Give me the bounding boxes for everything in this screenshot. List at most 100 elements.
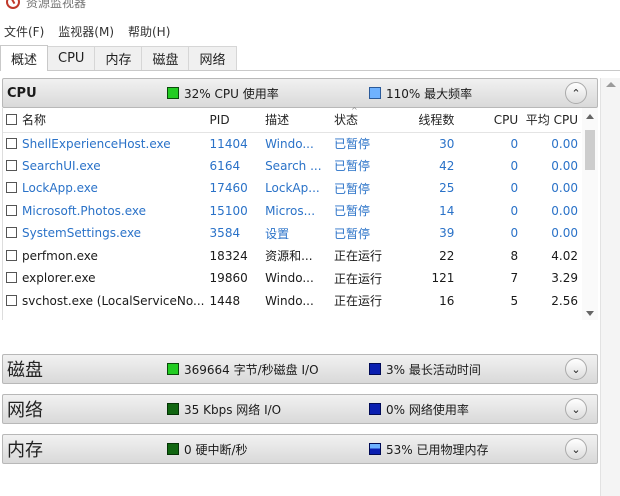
table-scrollbar[interactable] <box>582 108 598 320</box>
process-cpu: 0 <box>510 203 519 218</box>
scroll-thumb[interactable] <box>585 130 595 170</box>
process-description: Windo... <box>265 136 314 151</box>
network-io-swatch <box>167 403 179 415</box>
row-checkbox[interactable] <box>6 182 17 194</box>
column-description[interactable]: 描述 <box>262 108 331 133</box>
overview-panel: CPU 32% CPU 使用率 110% 最大频率 ⌃ ^ 名称 PID 描述 … <box>0 78 598 496</box>
process-name: Microsoft.Photos.exe <box>22 203 147 218</box>
row-checkbox[interactable] <box>6 204 17 216</box>
process-description: 设置 <box>265 226 290 241</box>
tab-disk[interactable]: 磁盘 <box>141 46 190 70</box>
title-bar: 资源监视器 <box>0 0 620 12</box>
table-row[interactable]: Microsoft.Photos.exe 15100 Micros... 已暂停 14 0… <box>3 200 581 223</box>
scroll-up-icon[interactable] <box>586 114 594 119</box>
disk-active-time-stat: 3% 最长活动时间 <box>369 361 481 378</box>
disk-expand-button[interactable]: ⌄ <box>565 358 587 380</box>
sort-indicator-icon: ^ <box>351 106 358 115</box>
table-row[interactable]: explorer.exe 19860 Windo... 正在运行 121 7 3.29 <box>3 267 581 290</box>
row-checkbox[interactable] <box>6 137 17 149</box>
column-average-cpu[interactable]: 平均 CPU <box>521 108 581 133</box>
memory-hard-faults-stat: 0 硬中断/秒 <box>167 441 248 458</box>
table-row[interactable]: ShellExperienceHost.exe 11404 Windo... 已暂停 3… <box>3 132 581 155</box>
memory-used-stat: 53% 已用物理内存 <box>369 441 489 458</box>
row-checkbox[interactable] <box>6 159 17 171</box>
cpu-process-table: ^ 名称 PID 描述 状态 线程数 CPU 平均 CPU ShellExper… <box>2 106 598 320</box>
tab-overview[interactable]: 概述 <box>0 45 49 71</box>
network-section-header[interactable]: 网络 35 Kbps 网络 I/O 0% 网络使用率 ⌄ <box>2 394 598 424</box>
memory-hard-faults-swatch <box>167 443 179 455</box>
network-expand-button[interactable]: ⌄ <box>565 398 587 420</box>
memory-section-header[interactable]: 内存 0 硬中断/秒 53% 已用物理内存 ⌄ <box>2 434 598 464</box>
process-pid: 15100 <box>209 203 248 218</box>
process-pid: 11404 <box>209 136 248 151</box>
memory-section-title: 内存 <box>7 440 43 461</box>
process-average-cpu: 0.00 <box>551 203 578 218</box>
network-utilization-text: 0% 网络使用率 <box>386 402 469 417</box>
cpu-section-header[interactable]: CPU 32% CPU 使用率 110% 最大频率 ⌃ <box>2 78 598 108</box>
scroll-down-icon[interactable] <box>586 311 594 316</box>
column-threads[interactable]: 线程数 <box>410 108 458 133</box>
process-pid: 1448 <box>209 293 241 308</box>
menu-monitor[interactable]: 监视器(M) <box>58 23 114 40</box>
row-checkbox[interactable] <box>6 294 17 306</box>
column-pid[interactable]: PID <box>206 108 263 133</box>
process-threads: 25 <box>439 181 455 196</box>
main-scroll-up-icon[interactable] <box>606 82 616 87</box>
process-name: perfmon.exe <box>22 248 98 263</box>
memory-expand-button[interactable]: ⌄ <box>565 438 587 460</box>
process-name-cell: perfmon.exe <box>3 245 207 268</box>
disk-active-time-swatch <box>369 363 381 375</box>
process-pid: 19860 <box>209 271 248 286</box>
process-description: Windo... <box>265 293 314 308</box>
cpu-usage-stat: 32% CPU 使用率 <box>167 85 279 102</box>
process-name-cell: svchost.exe (LocalServiceNo... <box>3 290 207 313</box>
process-cpu: 0 <box>510 136 519 151</box>
process-pid: 6164 <box>209 158 241 173</box>
table-row[interactable]: svchost.exe (LocalServiceNo... 1448 Windo.… <box>3 290 581 313</box>
column-cpu[interactable]: CPU <box>457 108 522 133</box>
tab-cpu[interactable]: CPU <box>47 46 96 70</box>
column-status[interactable]: 状态 <box>330 108 411 133</box>
process-description: Windo... <box>265 271 314 286</box>
network-io-stat: 35 Kbps 网络 I/O <box>167 401 281 418</box>
process-cpu: 8 <box>510 248 519 263</box>
process-status: 正在运行 <box>333 271 382 286</box>
process-status: 正在运行 <box>333 294 382 309</box>
table-row[interactable]: SearchUI.exe 6164 Search ... 已暂停 42 0 0.00 <box>3 155 581 178</box>
table-row[interactable]: LockApp.exe 17460 LockAp... 已暂停 25 0 0.00 <box>3 177 581 200</box>
memory-used-text: 53% 已用物理内存 <box>386 442 489 457</box>
menu-file[interactable]: 文件(F) <box>4 23 44 40</box>
menu-help[interactable]: 帮助(H) <box>128 23 170 40</box>
process-name-cell: SearchUI.exe <box>3 155 207 178</box>
row-checkbox[interactable] <box>6 272 17 284</box>
disk-section-header[interactable]: 磁盘 369664 字节/秒磁盘 I/O 3% 最长活动时间 ⌄ <box>2 354 598 384</box>
select-all-checkbox[interactable] <box>6 114 17 126</box>
tab-memory[interactable]: 内存 <box>94 46 143 70</box>
process-average-cpu: 2.56 <box>551 293 578 308</box>
network-io-text: 35 Kbps 网络 I/O <box>184 402 282 417</box>
process-average-cpu: 0.00 <box>551 226 578 241</box>
process-name: SystemSettings.exe <box>22 226 142 241</box>
main-scrollbar[interactable] <box>600 78 620 496</box>
process-name: explorer.exe <box>22 271 96 286</box>
row-checkbox[interactable] <box>6 249 17 261</box>
tab-strip: 概述 CPU 内存 磁盘 网络 <box>0 45 620 71</box>
cpu-collapse-button[interactable]: ⌃ <box>565 82 587 104</box>
cpu-usage-text: 32% CPU 使用率 <box>184 86 279 101</box>
process-threads: 42 <box>439 158 455 173</box>
menu-bar: 文件(F) 监视器(M) 帮助(H) <box>0 20 184 42</box>
row-checkbox[interactable] <box>6 227 17 239</box>
table-row[interactable]: perfmon.exe 18324 资源和... 正在运行 22 8 4.02 <box>3 245 581 268</box>
process-name: svchost.exe (LocalServiceNo... <box>22 293 205 308</box>
process-average-cpu: 0.00 <box>551 136 578 151</box>
network-utilization-stat: 0% 网络使用率 <box>369 401 469 418</box>
process-average-cpu: 0.00 <box>551 158 578 173</box>
table-row[interactable]: SystemSettings.exe 3584 设置 已暂停 39 0 0.00 <box>3 222 581 245</box>
column-name[interactable]: 名称 <box>22 113 46 127</box>
resource-monitor-icon <box>6 0 20 9</box>
disk-io-text: 369664 字节/秒磁盘 I/O <box>184 362 319 377</box>
process-status: 正在运行 <box>333 249 382 264</box>
process-name-cell: SystemSettings.exe <box>3 222 207 245</box>
tab-network[interactable]: 网络 <box>188 46 237 70</box>
process-threads: 121 <box>431 271 455 286</box>
